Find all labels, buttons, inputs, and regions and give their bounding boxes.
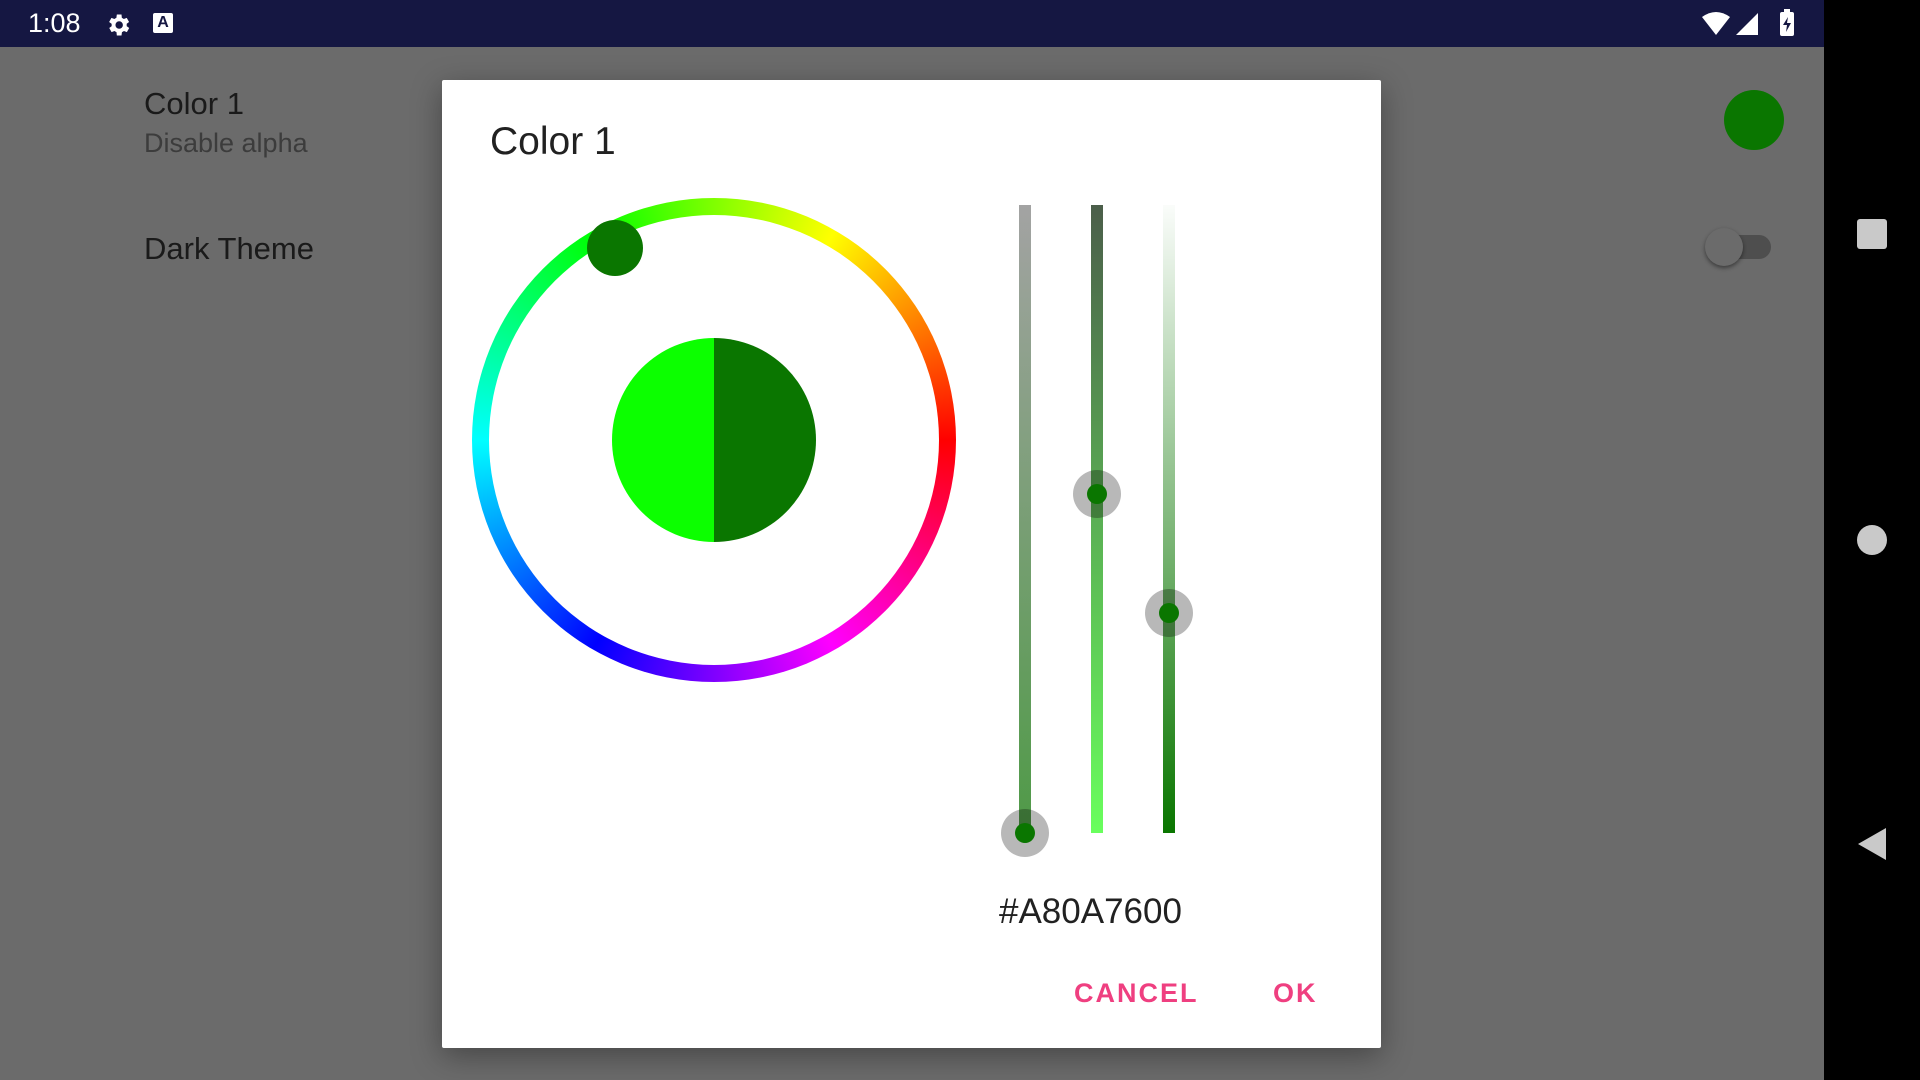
alpha-slider[interactable] — [1000, 205, 1050, 857]
status-right-icons — [1702, 9, 1794, 36]
recents-square-icon[interactable] — [1857, 219, 1887, 249]
new-color-preview — [714, 338, 816, 542]
slider-track[interactable] — [1163, 205, 1175, 833]
saturation-slider[interactable] — [1072, 205, 1122, 833]
cell-signal-icon — [1736, 13, 1758, 35]
setting-title: Dark Theme — [144, 231, 314, 266]
slider-track[interactable] — [1019, 205, 1031, 833]
switch-thumb — [1705, 228, 1743, 266]
hue-wheel[interactable] — [472, 198, 956, 682]
dialog-title: Color 1 — [490, 120, 616, 163]
hue-handle[interactable] — [587, 220, 643, 276]
text-a-icon: A — [153, 13, 173, 33]
status-bar: 1:08 A — [0, 0, 1824, 47]
setting-title: Color 1 — [144, 86, 244, 121]
battery-charging-icon — [1780, 9, 1794, 36]
old-color-preview[interactable] — [612, 338, 714, 542]
color-swatch — [1724, 90, 1784, 150]
back-triangle-icon[interactable] — [1854, 826, 1890, 862]
status-time: 1:08 — [28, 8, 81, 38]
color-preview — [612, 338, 816, 542]
slider-thumb[interactable] — [1087, 483, 1107, 504]
setting-summary: Disable alpha — [144, 128, 308, 158]
hex-value: #A80A7600 — [999, 892, 1182, 931]
ok-button[interactable]: OK — [1273, 978, 1318, 1009]
home-circle-icon[interactable] — [1857, 525, 1887, 555]
gear-icon — [109, 14, 130, 36]
slider-track[interactable] — [1091, 205, 1103, 833]
color-picker-dialog: Color 1 #A80A7600 CANCEL OK — [442, 80, 1381, 1048]
wifi-icon — [1702, 12, 1730, 35]
navigation-bar — [1824, 0, 1920, 1080]
cancel-button[interactable]: CANCEL — [1074, 978, 1199, 1009]
slider-thumb[interactable] — [1015, 823, 1035, 843]
value-slider[interactable] — [1144, 205, 1194, 833]
